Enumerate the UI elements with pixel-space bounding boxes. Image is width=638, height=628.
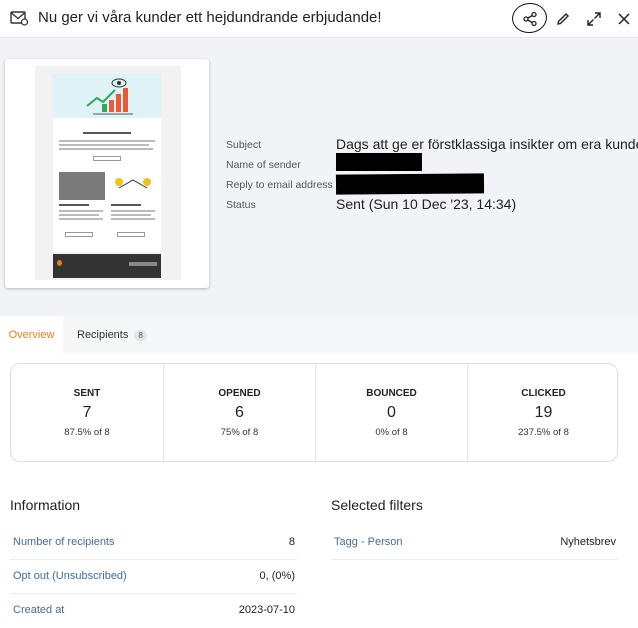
info-value: 8 [288, 536, 295, 548]
info-value: 0, (0%) [259, 570, 295, 582]
share-button[interactable] [518, 7, 542, 31]
reply-to-label: Reply to email address [226, 179, 333, 191]
mail-icon [10, 11, 28, 26]
info-row-optout: Opt out (Unsubscribed) 0, (0%) [10, 560, 297, 594]
information-title: Information [10, 497, 81, 513]
edit-button[interactable] [551, 7, 575, 31]
info-row-recipients: Number of recipients 8 [10, 526, 297, 560]
filters-title: Selected filters [331, 497, 423, 513]
expand-icon [587, 12, 601, 26]
recipients-count-badge: 8 [134, 329, 147, 341]
tab-bar: Overview Recipients 8 [0, 316, 638, 354]
stat-percent: 87.5% of 8 [64, 427, 110, 438]
stat-value: 6 [235, 404, 244, 421]
stat-label: CLICKED [521, 388, 566, 399]
stat-value: 7 [82, 404, 92, 421]
sender-label: Name of sender [226, 159, 301, 171]
page-title: Nu ger vi våra kunder ett hejdundrande e… [38, 9, 382, 26]
stat-bounced: BOUNCED 0 0% of 8 [315, 364, 467, 461]
tab-overview-label: Overview [8, 329, 55, 341]
tab-recipients-label: Recipients [77, 329, 129, 341]
info-key: Opt out (Unsubscribed) [13, 570, 127, 582]
thumbnail-footer [53, 254, 161, 278]
info-key: Number of recipients [13, 536, 115, 548]
stat-percent: 237.5% of 8 [518, 427, 569, 438]
info-row-created: Created at 2023-07-10 [10, 594, 297, 628]
status-value: Sent (Sun 10 Dec '23, 14:34) [336, 196, 517, 212]
stat-label: OPENED [218, 388, 261, 399]
status-label: Status [226, 199, 256, 211]
stat-label: SENT [73, 388, 101, 399]
filter-value: Nyhetsbrev [560, 536, 616, 548]
filter-key: Tagg - Person [334, 536, 403, 548]
email-thumbnail-card[interactable] [5, 59, 209, 288]
subject-label: Subject [226, 139, 262, 151]
info-key: Created at [13, 604, 65, 616]
stat-value: 0 [387, 404, 396, 421]
stat-value: 19 [534, 404, 553, 421]
stat-opened: OPENED 6 75% of 8 [163, 364, 315, 461]
reply-to-value-redacted [335, 173, 485, 195]
info-value: 2023-07-10 [238, 604, 295, 616]
thumbnail-body [53, 118, 161, 252]
header-bar: Nu ger vi våra kunder ett hejdundrande e… [0, 0, 638, 38]
tab-recipients[interactable]: Recipients 8 [77, 316, 147, 354]
stats-panel: SENT 7 87.5% of 8 OPENED 6 75% of 8 BOUN… [10, 363, 618, 462]
filter-row: Tagg - Person Nyhetsbrev [331, 526, 618, 560]
email-preview-panel: Subject Dags att ge er förstklassiga ins… [0, 38, 638, 316]
stat-label: BOUNCED [366, 388, 417, 399]
stat-percent: 75% of 8 [220, 427, 259, 438]
stat-clicked: CLICKED 19 237.5% of 8 [467, 364, 619, 461]
sender-value-redacted [336, 153, 422, 171]
tab-overview[interactable]: Overview [0, 316, 63, 354]
subject-value: Dags att ge er förstklassiga insikter om… [336, 136, 638, 152]
close-icon [618, 13, 630, 25]
share-icon [523, 11, 537, 27]
thumbnail-hero-image [53, 74, 161, 118]
edit-icon [557, 13, 569, 25]
close-button[interactable] [612, 7, 636, 31]
email-thumbnail [35, 66, 181, 280]
expand-button[interactable] [582, 7, 606, 31]
stat-percent: 0% of 8 [375, 427, 408, 438]
stat-sent: SENT 7 87.5% of 8 [11, 364, 163, 461]
